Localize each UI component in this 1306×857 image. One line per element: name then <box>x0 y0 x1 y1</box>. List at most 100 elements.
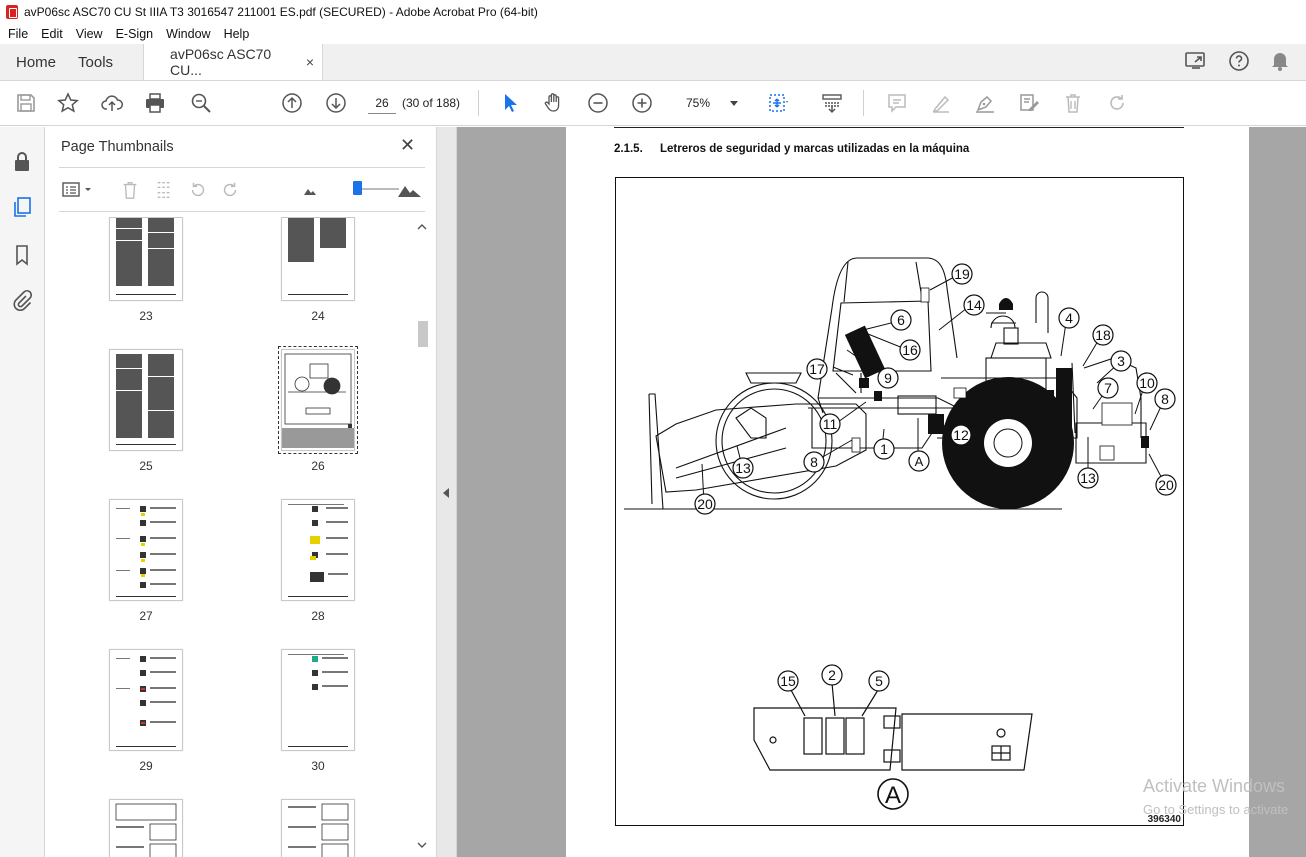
highlight-pen-icon[interactable] <box>929 91 953 115</box>
menu-esign[interactable]: E-Sign <box>116 27 154 41</box>
menu-view[interactable]: View <box>76 27 103 41</box>
page-table-preview <box>288 504 348 597</box>
lock-icon[interactable] <box>10 149 34 173</box>
previous-page-icon[interactable] <box>280 91 304 115</box>
thumbnail-page-27[interactable] <box>109 499 183 601</box>
windows-activation-watermark-subtitle: Go to Settings to activate <box>1143 802 1289 817</box>
share-screen-icon[interactable] <box>1184 50 1208 75</box>
bookmark-star-icon[interactable] <box>56 91 80 115</box>
bookmarks-icon[interactable] <box>10 243 34 267</box>
comment-icon[interactable] <box>885 91 909 115</box>
callout-9: 9 <box>884 370 892 386</box>
callout-5: 5 <box>875 673 883 689</box>
document-view[interactable]: 2.1.5. Letreros de seguridad y marcas ut… <box>457 127 1306 857</box>
thumbnail-label: 29 <box>139 759 153 773</box>
thumbnail-page-32[interactable] <box>281 799 355 857</box>
zoom-search-icon[interactable] <box>189 91 213 115</box>
page-text-preview <box>288 218 348 295</box>
acrobat-icon <box>6 5 18 19</box>
callout-20b: 20 <box>1158 477 1174 493</box>
thumbnail-label: 24 <box>311 309 325 323</box>
menu-edit[interactable]: Edit <box>41 27 63 41</box>
chevron-down-icon <box>730 101 738 106</box>
detail-label-a: A <box>885 782 901 809</box>
scroll-down-icon[interactable] <box>416 839 428 851</box>
menu-window[interactable]: Window <box>166 27 210 41</box>
scroll-mode-icon[interactable] <box>820 91 844 115</box>
select-cursor-icon[interactable] <box>498 91 522 115</box>
page-text-preview <box>116 354 176 445</box>
scroll-up-icon[interactable] <box>416 221 428 233</box>
fit-page-icon[interactable] <box>766 91 790 115</box>
panel-title: Page Thumbnails <box>61 139 174 155</box>
toolbar-divider <box>478 90 479 116</box>
page-thumbnails-panel: Page Thumbnails ✕ 23 24 25 26 27 28 29 3… <box>45 127 437 857</box>
rotate-left-icon[interactable] <box>187 179 209 201</box>
callout-6: 6 <box>897 312 905 328</box>
page-number-input[interactable]: 26 <box>368 92 396 114</box>
callout-3: 3 <box>1117 353 1125 369</box>
save-icon[interactable] <box>14 91 38 115</box>
page-table-preview <box>288 654 348 747</box>
help-icon[interactable] <box>1228 50 1250 75</box>
zoom-out-icon[interactable] <box>586 91 610 115</box>
draw-pen-icon[interactable] <box>973 91 997 115</box>
thumbnail-page-26[interactable] <box>278 346 358 454</box>
zoom-level-select[interactable]: 75% <box>672 92 744 114</box>
pdf-page: 2.1.5. Letreros de seguridad y marcas ut… <box>566 127 1249 857</box>
thumbnail-label: 28 <box>311 609 325 623</box>
machine-figure: 19 14 6 16 9 17 11 1 12 8 13 20 4 18 3 7 <box>615 177 1184 826</box>
thumbnail-page-25[interactable] <box>109 349 183 451</box>
callout-19: 19 <box>954 266 970 282</box>
tab-tools[interactable]: Tools <box>72 44 129 80</box>
detail-marker-a: A <box>915 454 924 469</box>
tab-close-icon[interactable]: × <box>306 54 314 70</box>
next-page-icon[interactable] <box>324 91 348 115</box>
zoom-in-icon[interactable] <box>630 91 654 115</box>
hand-tool-icon[interactable] <box>542 91 566 115</box>
callout-14: 14 <box>966 297 982 313</box>
panel-toolbar <box>59 177 425 203</box>
thumbnail-page-28[interactable] <box>281 499 355 601</box>
delete-pages-icon[interactable] <box>119 179 141 201</box>
panel-divider <box>59 211 425 212</box>
thumbnail-size-slider-track[interactable] <box>359 188 399 190</box>
callout-1: 1 <box>880 441 888 457</box>
notifications-bell-icon[interactable] <box>1270 50 1290 75</box>
upload-cloud-icon[interactable] <box>100 91 124 115</box>
attachments-paperclip-icon[interactable] <box>10 288 34 312</box>
print-icon[interactable] <box>143 91 167 115</box>
thumbnail-page-24[interactable] <box>281 217 355 301</box>
callout-17: 17 <box>809 361 825 377</box>
delete-trash-icon[interactable] <box>1061 91 1085 115</box>
scrollbar-thumb[interactable] <box>418 321 428 347</box>
callout-12: 12 <box>953 427 969 443</box>
thumbnail-larger-icon[interactable] <box>397 179 423 201</box>
rotate-right-icon[interactable] <box>219 179 241 201</box>
tab-document[interactable]: avP06sc ASC70 CU... × <box>143 44 324 80</box>
panel-collapse-handle[interactable] <box>437 127 457 857</box>
edit-text-icon[interactable] <box>1017 91 1041 115</box>
thumbnail-size-slider-knob[interactable] <box>353 181 362 195</box>
panel-divider <box>59 167 425 168</box>
thumbnail-page-30[interactable] <box>281 649 355 751</box>
callout-10: 10 <box>1139 375 1155 391</box>
thumbnail-page-31[interactable] <box>109 799 183 857</box>
page-figure-preview <box>115 803 177 857</box>
menu-file[interactable]: File <box>8 27 28 41</box>
section-heading: 2.1.5. Letreros de seguridad y marcas ut… <box>614 143 969 155</box>
thumbnail-page-29[interactable] <box>109 649 183 751</box>
extract-pages-icon[interactable] <box>153 179 175 201</box>
redo-icon[interactable] <box>1105 91 1129 115</box>
callout-8: 8 <box>810 454 818 470</box>
thumbnail-scrollbar[interactable] <box>416 217 428 857</box>
thumbnail-options-menu-icon[interactable] <box>61 179 95 201</box>
thumbnail-smaller-icon[interactable] <box>299 179 321 201</box>
callout-16: 16 <box>902 342 918 358</box>
tab-home[interactable]: Home <box>0 44 72 80</box>
collapse-arrow-icon <box>443 488 449 498</box>
page-thumbnails-icon[interactable] <box>10 195 34 219</box>
menu-help[interactable]: Help <box>224 27 250 41</box>
panel-close-icon[interactable]: ✕ <box>400 135 415 156</box>
thumbnail-page-23[interactable] <box>109 217 183 301</box>
